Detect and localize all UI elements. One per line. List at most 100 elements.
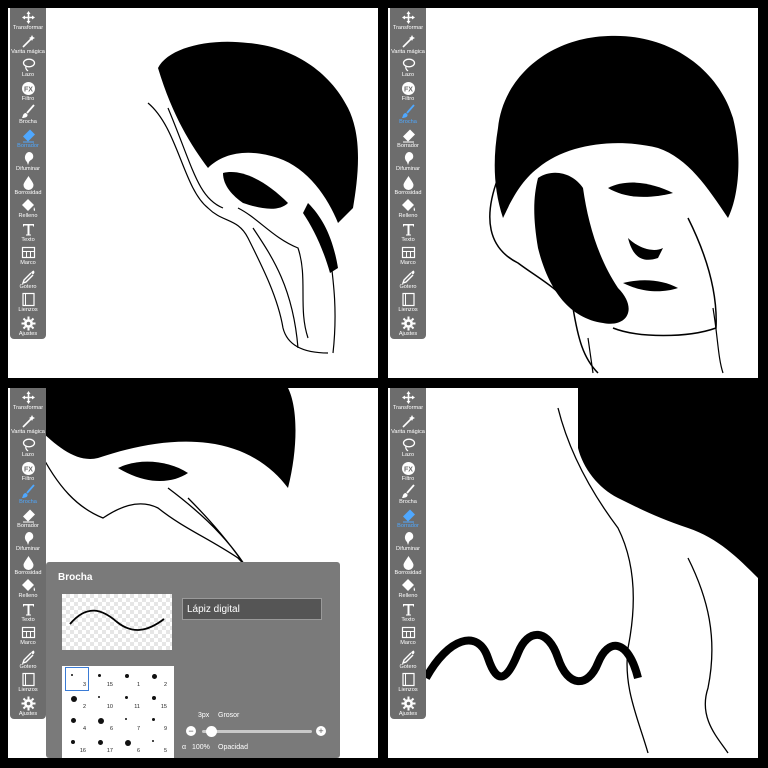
size-minus-button[interactable]: − xyxy=(186,726,196,736)
tool-label: Texto xyxy=(21,236,35,243)
tool-lazo[interactable]: Lazo xyxy=(390,437,426,459)
brush-icon xyxy=(399,104,417,119)
brush-preset[interactable]: 2 xyxy=(147,668,169,690)
brush-preset[interactable]: 1 xyxy=(120,668,142,690)
tool-filtro[interactable]: FX Filtro xyxy=(10,461,46,483)
tool-gotero[interactable]: Gotero xyxy=(10,269,46,291)
tool-marco[interactable]: Marco xyxy=(10,245,46,267)
tool-gotero[interactable]: Gotero xyxy=(390,649,426,671)
tool-texto[interactable]: Texto xyxy=(10,222,46,244)
tool-filtro[interactable]: FX Filtro xyxy=(390,461,426,483)
brush-preset-number: 5 xyxy=(163,748,167,754)
tool-transformar[interactable]: Transformar xyxy=(10,10,46,32)
smudge-icon xyxy=(19,531,37,546)
tool-gotero[interactable]: Gotero xyxy=(10,649,46,671)
tool-lazo[interactable]: Lazo xyxy=(390,57,426,79)
brush-preset[interactable]: 3 xyxy=(65,667,89,691)
brush-preset-number: 15 xyxy=(106,682,113,688)
tool-gotero[interactable]: Gotero xyxy=(390,269,426,291)
tool-varita-m-gica[interactable]: Varita mágica xyxy=(10,34,46,56)
tool-ajustes[interactable]: Ajustes xyxy=(390,316,426,338)
tool-marco[interactable]: Marco xyxy=(390,245,426,267)
fill-bucket-icon xyxy=(19,578,37,593)
tool-lazo[interactable]: Lazo xyxy=(10,437,46,459)
eraser-icon xyxy=(19,128,37,143)
tool-difuminar[interactable]: Difuminar xyxy=(10,531,46,553)
tool-ajustes[interactable]: Ajustes xyxy=(10,316,46,338)
brush-preset[interactable]: 9 xyxy=(147,712,169,734)
tool-borrosidad[interactable]: Borrosidad xyxy=(390,175,426,197)
brush-preset[interactable]: 7 xyxy=(120,712,142,734)
tool-brocha[interactable]: Brocha xyxy=(390,484,426,506)
tool-varita-m-gica[interactable]: Varita mágica xyxy=(390,414,426,436)
drawing-canvas[interactable] xyxy=(388,8,758,378)
tool-label: Difuminar xyxy=(16,546,40,552)
brush-preset[interactable]: 2 xyxy=(66,690,88,712)
tool-relleno[interactable]: Relleno xyxy=(390,578,426,600)
panel-1: Transformar Varita mágica Lazo FX Filtro Broc… xyxy=(8,8,378,378)
tool-label: Brocha xyxy=(399,499,417,505)
tool-lazo[interactable]: Lazo xyxy=(10,57,46,79)
tool-borrosidad[interactable]: Borrosidad xyxy=(390,555,426,577)
tool-difuminar[interactable]: Difuminar xyxy=(390,531,426,553)
tool-filtro[interactable]: FX Filtro xyxy=(10,81,46,103)
eyedropper-icon xyxy=(19,269,37,284)
brush-preset-number: 16 xyxy=(79,748,86,754)
brush-preset[interactable]: 16 xyxy=(66,734,88,756)
tool-varita-m-gica[interactable]: Varita mágica xyxy=(390,34,426,56)
tool-relleno[interactable]: Relleno xyxy=(10,198,46,220)
tool-borrosidad[interactable]: Borrosidad xyxy=(10,555,46,577)
brush-preset[interactable]: 15 xyxy=(147,690,169,712)
brush-preset[interactable]: 6 xyxy=(93,712,115,734)
brush-tip-icon xyxy=(98,740,103,745)
tool-texto[interactable]: Texto xyxy=(390,222,426,244)
tool-label: Transformar xyxy=(392,25,424,31)
tool-lienzos[interactable]: Lienzos xyxy=(10,672,46,694)
brush-preset[interactable]: 4 xyxy=(66,712,88,734)
svg-text:FX: FX xyxy=(404,86,413,93)
brush-preset[interactable]: 11 xyxy=(120,690,142,712)
tool-label: Texto xyxy=(401,616,415,623)
tool-relleno[interactable]: Relleno xyxy=(10,578,46,600)
brush-preset-number: 7 xyxy=(136,726,140,732)
drawing-canvas[interactable] xyxy=(388,388,758,758)
brush-preset[interactable]: 15 xyxy=(93,668,115,690)
tool-difuminar[interactable]: Difuminar xyxy=(10,151,46,173)
tool-label: Filtro xyxy=(21,95,35,102)
tool-label: Difuminar xyxy=(16,166,40,172)
size-slider-knob[interactable] xyxy=(206,726,217,737)
tool-borrador[interactable]: Borrador xyxy=(10,128,46,150)
tool-difuminar[interactable]: Difuminar xyxy=(390,151,426,173)
tool-ajustes[interactable]: Ajustes xyxy=(10,696,46,718)
brush-preset[interactable]: 17 xyxy=(93,734,115,756)
tool-brocha[interactable]: Brocha xyxy=(10,484,46,506)
brush-preset[interactable]: 5 xyxy=(147,734,169,756)
tool-texto[interactable]: Texto xyxy=(390,602,426,624)
tool-lienzos[interactable]: Lienzos xyxy=(10,292,46,314)
brush-name-field[interactable]: Lápiz digital xyxy=(182,598,322,620)
tool-brocha[interactable]: Brocha xyxy=(10,104,46,126)
drawing-canvas[interactable] xyxy=(8,8,378,378)
tool-transformar[interactable]: Transformar xyxy=(390,390,426,412)
size-plus-button[interactable]: + xyxy=(316,726,326,736)
tool-filtro[interactable]: FX Filtro xyxy=(390,81,426,103)
tool-ajustes[interactable]: Ajustes xyxy=(390,696,426,718)
tool-borrador[interactable]: Borrador xyxy=(10,508,46,530)
tool-transformar[interactable]: Transformar xyxy=(390,10,426,32)
tool-varita-m-gica[interactable]: Varita mágica xyxy=(10,414,46,436)
brush-preset[interactable]: 10 xyxy=(93,690,115,712)
tool-lienzos[interactable]: Lienzos xyxy=(390,292,426,314)
tool-borrador[interactable]: Borrador xyxy=(390,508,426,530)
tool-transformar[interactable]: Transformar xyxy=(10,390,46,412)
tool-texto[interactable]: Texto xyxy=(10,602,46,624)
tool-marco[interactable]: Marco xyxy=(10,625,46,647)
size-slider[interactable] xyxy=(202,730,312,733)
brush-preset[interactable]: 6 xyxy=(120,734,142,756)
tool-marco[interactable]: Marco xyxy=(390,625,426,647)
tool-relleno[interactable]: Relleno xyxy=(390,198,426,220)
tool-lienzos[interactable]: Lienzos xyxy=(390,672,426,694)
tool-borrador[interactable]: Borrador xyxy=(390,128,426,150)
tool-label: Lienzos xyxy=(398,687,418,693)
tool-brocha[interactable]: Brocha xyxy=(390,104,426,126)
tool-borrosidad[interactable]: Borrosidad xyxy=(10,175,46,197)
